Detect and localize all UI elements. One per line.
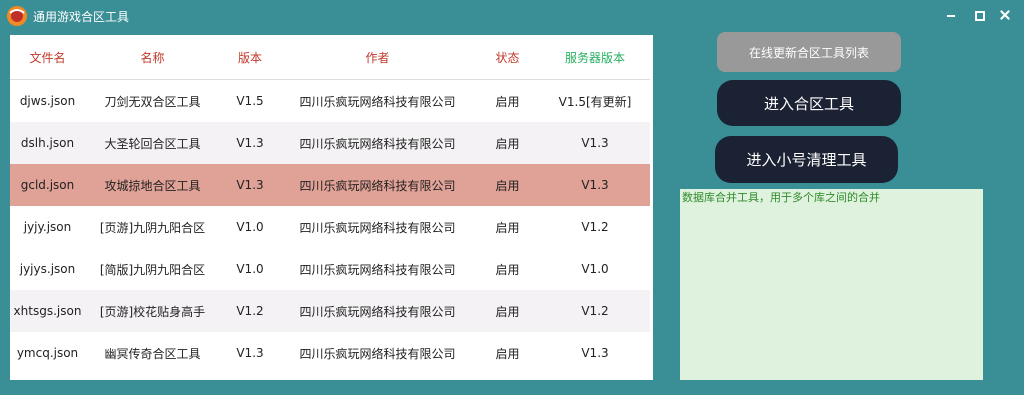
cell-filename: jyjys.json: [19, 262, 76, 276]
maximize-icon[interactable]: [969, 6, 989, 24]
window-title: 通用游戏合区工具: [33, 10, 130, 24]
cell-version: V1.5: [236, 94, 264, 108]
update-list-button[interactable]: 在线更新合区工具列表: [717, 32, 901, 72]
cell-status: 启用: [495, 220, 520, 235]
cell-status: 启用: [475, 290, 540, 332]
cell-status: 启用: [475, 122, 540, 164]
cell-author: 四川乐疯玩网络科技有限公司: [280, 290, 475, 332]
cell-server-version: V1.5[有更新]: [558, 94, 632, 109]
table-row[interactable]: jyjys.json [简版]九阴九阳合区 V1.0 四川乐疯玩网络科技有限公司…: [10, 248, 650, 290]
cell-version: V1.3: [220, 164, 280, 206]
header-status[interactable]: 状态: [475, 35, 540, 80]
header-filename[interactable]: 文件名: [10, 35, 85, 80]
header-version[interactable]: 版本: [220, 35, 280, 80]
enter-cleanup-tool-button[interactable]: 进入小号清理工具: [715, 136, 898, 183]
cell-server-version: V1.3: [581, 346, 609, 360]
table-row[interactable]: jyjy.json [页游]九阴九阳合区 V1.0 四川乐疯玩网络科技有限公司 …: [10, 206, 650, 248]
cell-author: 四川乐疯玩网络科技有限公司: [280, 164, 475, 206]
cell-version: V1.2: [220, 290, 280, 332]
cell-status: 启用: [495, 262, 520, 277]
cell-name: 大圣轮回合区工具: [85, 122, 220, 164]
cell-filename: xhtsgs.json: [10, 290, 85, 332]
cell-filename: jyjy.json: [23, 220, 72, 234]
description-text: 数据库合并工具，用于多个库之间的合并: [682, 191, 880, 204]
table-row[interactable]: ymcq.json 幽冥传奇合区工具 V1.3 四川乐疯玩网络科技有限公司 启用…: [10, 332, 650, 374]
table-row-selected[interactable]: gcld.json 攻城掠地合区工具 V1.3 四川乐疯玩网络科技有限公司 启用…: [10, 164, 650, 206]
cell-version: V1.0: [236, 220, 264, 234]
cell-version: V1.3: [236, 346, 264, 360]
enter-merge-tool-button[interactable]: 进入合区工具: [717, 80, 901, 126]
cell-server-version: V1.0: [581, 262, 609, 276]
header-server-version[interactable]: 服务器版本: [540, 35, 650, 80]
cell-server-version: V1.2: [581, 220, 609, 234]
close-icon[interactable]: [995, 6, 1015, 24]
description-panel: 数据库合并工具，用于多个库之间的合并: [680, 189, 983, 380]
cell-name: [页游]九阴九阳合区: [99, 220, 206, 235]
header-author[interactable]: 作者: [280, 35, 475, 80]
table-row[interactable]: xhtsgs.json [页游]校花贴身高手 V1.2 四川乐疯玩网络科技有限公…: [10, 290, 650, 332]
cell-author: 四川乐疯玩网络科技有限公司: [299, 346, 456, 361]
cell-filename: djws.json: [19, 94, 76, 108]
cell-name: [简版]九阴九阳合区: [99, 262, 206, 277]
cell-status: 启用: [495, 94, 520, 109]
cell-filename: ymcq.json: [16, 346, 79, 360]
cell-status: 启用: [475, 164, 540, 206]
cell-status: 启用: [495, 346, 520, 361]
cell-name: 攻城掠地合区工具: [85, 164, 220, 206]
cell-server-version: V1.3: [540, 164, 650, 206]
cell-author: 四川乐疯玩网络科技有限公司: [299, 94, 456, 109]
cell-name: 幽冥传奇合区工具: [104, 346, 201, 361]
cell-author: 四川乐疯玩网络科技有限公司: [299, 220, 456, 235]
table-row[interactable]: djws.json 刀剑无双合区工具 V1.5 四川乐疯玩网络科技有限公司 启用…: [10, 80, 650, 123]
cell-version: V1.3: [220, 122, 280, 164]
app-logo-icon: [7, 6, 27, 26]
cell-server-version: V1.2: [540, 290, 650, 332]
cell-filename: dslh.json: [10, 122, 85, 164]
tool-table: 文件名 名称 版本 作者 状态 服务器版本 djws.json 刀剑无双合区工具…: [10, 35, 650, 374]
tool-table-panel: 文件名 名称 版本 作者 状态 服务器版本 djws.json 刀剑无双合区工具…: [10, 35, 653, 380]
cell-filename: gcld.json: [10, 164, 85, 206]
table-row[interactable]: dslh.json 大圣轮回合区工具 V1.3 四川乐疯玩网络科技有限公司 启用…: [10, 122, 650, 164]
header-name[interactable]: 名称: [85, 35, 220, 80]
cell-name: 刀剑无双合区工具: [104, 94, 201, 109]
cell-name: [页游]校花贴身高手: [85, 290, 220, 332]
cell-author: 四川乐疯玩网络科技有限公司: [299, 262, 456, 277]
cell-server-version: V1.3: [540, 122, 650, 164]
title-bar: 通用游戏合区工具: [0, 0, 1024, 32]
table-header-row: 文件名 名称 版本 作者 状态 服务器版本: [10, 35, 650, 80]
cell-version: V1.0: [236, 262, 264, 276]
cell-author: 四川乐疯玩网络科技有限公司: [280, 122, 475, 164]
minimize-icon[interactable]: [941, 6, 961, 24]
